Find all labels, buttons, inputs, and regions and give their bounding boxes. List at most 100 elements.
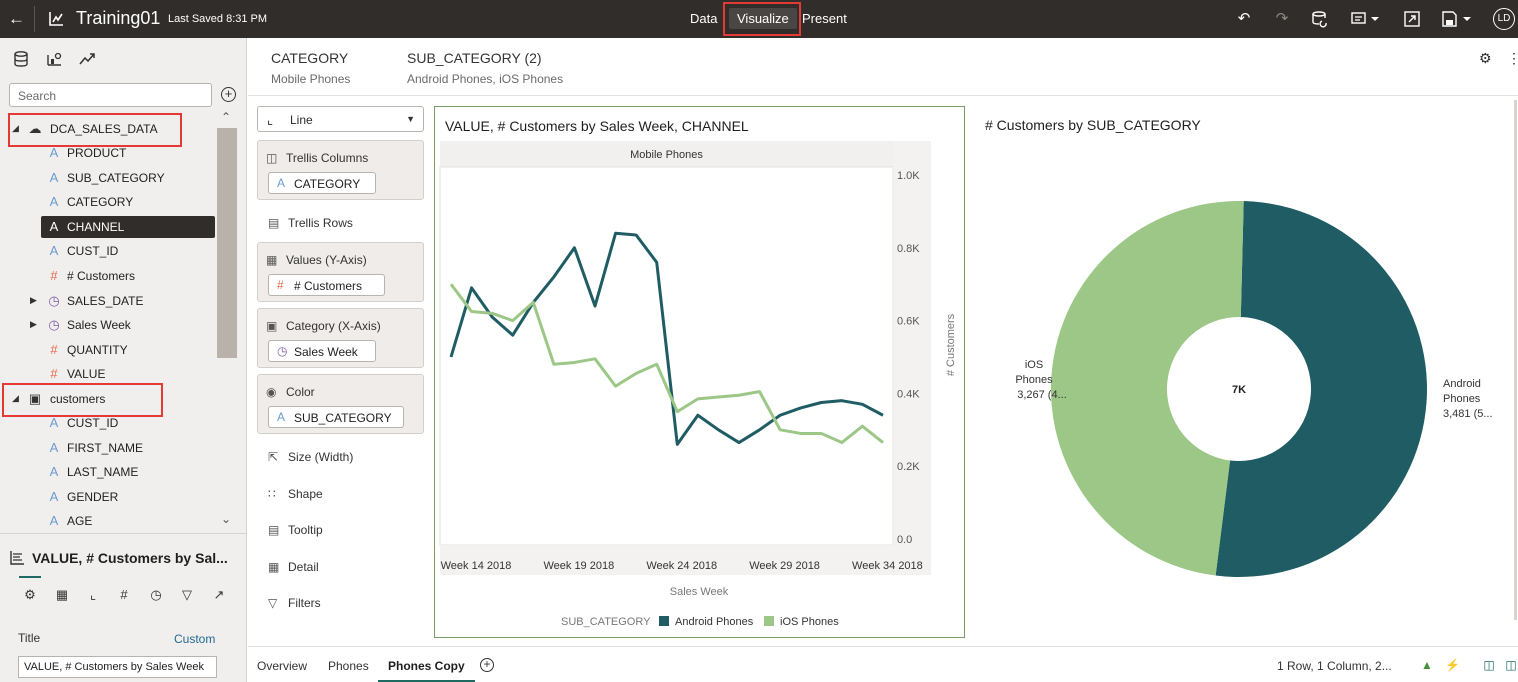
expand-triangle-icon[interactable]: ▶ — [30, 295, 37, 306]
attribute-icon: A — [277, 176, 286, 190]
number-format-icon[interactable]: # — [116, 587, 132, 603]
filter-sub-category[interactable]: SUB_CATEGORY (2) Android Phones, iOS Pho… — [407, 50, 563, 86]
scrollbar-thumb[interactable] — [1514, 100, 1517, 620]
chart-type-select[interactable]: ⌞ Line ▼ — [257, 106, 424, 132]
data-quality-icon[interactable]: ▲ — [1420, 658, 1434, 672]
tree-item[interactable]: A PRODUCT — [0, 142, 215, 164]
attribute-icon: A — [49, 194, 59, 209]
line-chart-card[interactable]: VALUE, # Customers by Sales Week, CHANNE… — [434, 106, 965, 638]
color-label: Color — [286, 385, 315, 399]
values-drop[interactable]: ▦ Values (Y-Axis) # # Customers — [257, 242, 424, 302]
title-input[interactable]: VALUE, # Customers by Sales Week — [18, 656, 217, 678]
line-chart-icon — [10, 551, 24, 565]
line-chart-title: VALUE, # Customers by Sales Week, CHANNE… — [445, 118, 749, 134]
scroll-down-icon[interactable]: ⌄ — [221, 512, 231, 526]
visualizations-icon[interactable] — [45, 50, 63, 68]
tree-item[interactable]: A LAST_NAME — [0, 461, 215, 483]
scroll-up-icon[interactable]: ⌃ — [221, 110, 231, 124]
save-icon[interactable] — [1441, 10, 1473, 28]
tree-item[interactable]: ▶ ◷ Sales Week — [0, 314, 215, 336]
tree-item[interactable]: A SUB_CATEGORY — [0, 167, 215, 189]
back-arrow-icon[interactable]: ← — [8, 9, 25, 29]
category-drop[interactable]: ▣ Category (X-Axis) ◷ Sales Week — [257, 308, 424, 368]
tree-item[interactable]: A AGE — [0, 510, 215, 532]
comment-icon[interactable] — [1351, 10, 1381, 28]
data-icon[interactable] — [12, 50, 30, 68]
sub-category-pill[interactable]: A SUB_CATEGORY — [268, 406, 404, 428]
workbook-title[interactable]: Training01 — [76, 8, 160, 29]
tree-item[interactable]: # VALUE — [0, 363, 215, 385]
mode-present-button[interactable]: Present — [802, 11, 847, 26]
canvas-scrollbar[interactable] — [1512, 100, 1518, 620]
filter-icon[interactable]: ▽ — [179, 587, 195, 603]
color-drop[interactable]: ◉ Color A SUB_CATEGORY — [257, 374, 424, 434]
expand-icon[interactable] — [1403, 10, 1421, 28]
donut-slice[interactable] — [1215, 201, 1428, 577]
donut-slice[interactable] — [1051, 201, 1244, 576]
add-canvas-icon[interactable]: + — [480, 658, 494, 672]
analytics-icon[interactable]: ↗ — [211, 587, 227, 603]
analytics-icon[interactable] — [78, 50, 96, 68]
tab-phones-copy[interactable]: Phones Copy — [378, 659, 475, 682]
refresh-data-icon[interactable] — [1311, 10, 1329, 28]
customers-pill[interactable]: # # Customers — [268, 274, 385, 296]
search-input[interactable]: Search — [9, 83, 212, 107]
tree-item[interactable]: A CUST_ID — [0, 240, 215, 262]
detail-drop[interactable]: ▦ Detail — [268, 560, 319, 574]
shape-drop[interactable]: ∷ Shape — [268, 487, 323, 501]
time-icon[interactable]: ◷ — [148, 587, 164, 603]
filter-category[interactable]: CATEGORY Mobile Phones — [271, 50, 350, 86]
series-line[interactable] — [449, 231, 884, 446]
line-chart[interactable]: Mobile Phones 1.0K 0.8K 0.6K 0.4K 0.2K 0.0 Week… — [435, 137, 964, 637]
tree-item[interactable]: A CUST_ID — [0, 412, 215, 434]
panel-layout-alt-icon[interactable]: ◫ — [1504, 658, 1518, 672]
size-drop[interactable]: ⇱ Size (Width) — [268, 450, 353, 464]
tree-item-label: GENDER — [67, 490, 119, 504]
tree-item[interactable]: A FIRST_NAME — [0, 437, 215, 459]
auto-apply-icon[interactable]: ⚡ — [1445, 658, 1460, 672]
tree-item[interactable]: A CATEGORY — [0, 191, 215, 213]
custom-link[interactable]: Custom — [174, 632, 215, 646]
trellis-columns-drop[interactable]: ◫ Trellis Columns A CATEGORY — [257, 140, 424, 200]
tab-overview[interactable]: Overview — [257, 659, 307, 673]
panel-layout-icon[interactable]: ◫ — [1482, 658, 1496, 672]
status-text: 1 Row, 1 Column, 2... — [1277, 659, 1392, 673]
legend-item[interactable]: Android Phones — [675, 616, 754, 628]
table-icon[interactable]: ▦ — [54, 587, 70, 603]
collapse-triangle-icon[interactable]: ◢ — [12, 393, 19, 404]
left-scrollbar[interactable] — [217, 128, 237, 360]
more-options-icon[interactable]: ⋮ — [1507, 50, 1518, 67]
general-settings-icon[interactable]: ⚙ — [19, 576, 41, 603]
tree-item-label: customers — [50, 392, 106, 406]
tree-item[interactable]: # QUANTITY — [0, 339, 215, 361]
mode-data-button[interactable]: Data — [690, 11, 717, 26]
canvas-settings-icon[interactable]: ⚙ — [1479, 50, 1492, 67]
expand-triangle-icon[interactable]: ▶ — [30, 319, 37, 330]
tree-dataset[interactable]: ◢ ▣ customers — [10, 388, 215, 410]
legend-item[interactable]: iOS Phones — [780, 616, 839, 628]
add-data-icon[interactable]: + — [221, 87, 236, 102]
axis-icon[interactable]: ⌞ — [85, 587, 101, 603]
avatar[interactable]: LD — [1493, 8, 1515, 30]
collapse-triangle-icon[interactable]: ◢ — [12, 123, 19, 134]
trellis-rows-drop[interactable]: ▤ Trellis Rows — [268, 216, 353, 230]
category-pill[interactable]: A CATEGORY — [268, 172, 376, 194]
visualization-properties: VALUE, # Customers by Sal... ⚙ ▦ ⌞ # ◷ ▽… — [0, 533, 247, 682]
scrollbar-thumb[interactable] — [217, 128, 237, 358]
tree-item[interactable]: A GENDER — [0, 486, 215, 508]
x-tick-label: Week 34 2018 — [852, 560, 923, 572]
chart-type-value: Line — [290, 113, 313, 127]
size-label: Size (Width) — [288, 450, 354, 464]
donut-chart[interactable]: 7K Android Phones 3,481 (5... iOS Phones 3,267… — [970, 136, 1510, 646]
redo-icon[interactable]: ↷ — [1273, 10, 1291, 28]
filters-drop[interactable]: ▽ Filters — [268, 596, 321, 610]
tree-item[interactable]: ▶ ◷ SALES_DATE — [0, 290, 215, 312]
tooltip-drop[interactable]: ▤ Tooltip — [268, 523, 323, 537]
undo-icon[interactable]: ↶ — [1235, 10, 1253, 28]
tab-phones[interactable]: Phones — [328, 659, 369, 673]
tree-item[interactable]: A CHANNEL — [41, 216, 215, 238]
sales-week-pill[interactable]: ◷ Sales Week — [268, 340, 376, 362]
mode-visualize-button[interactable]: Visualize — [729, 8, 797, 29]
tree-dataset[interactable]: ◢ ☁ DCA_SALES_DATA — [10, 118, 215, 140]
tree-item[interactable]: # # Customers — [0, 265, 215, 287]
